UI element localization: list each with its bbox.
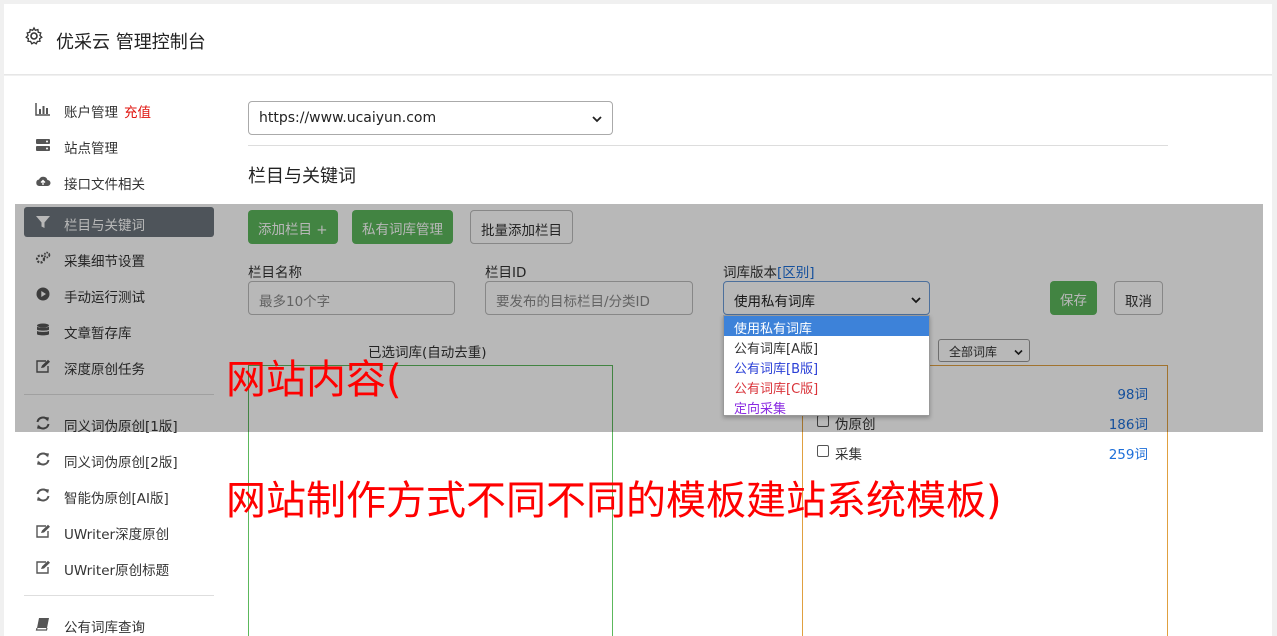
sidebar-item-columns-keywords[interactable]: 栏目与关键词 [24, 207, 214, 237]
watermark-text-line1: 网站内容( [226, 357, 402, 403]
list-item[interactable]: 采集 259词 [817, 442, 1152, 463]
cancel-button[interactable]: 取消 [1114, 281, 1163, 315]
edit-icon [35, 560, 51, 574]
sidebar-item-label: 深度原创任务 [64, 362, 145, 378]
sidebar-divider [24, 394, 214, 395]
edit-icon [35, 524, 51, 538]
column-id-placeholder: 要发布的目标栏目/分类ID [496, 294, 650, 310]
filter-icon [35, 215, 51, 229]
sidebar-item-manual-run[interactable]: 手动运行测试 [24, 279, 214, 309]
lib-filter-select[interactable]: 全部词库 [938, 339, 1030, 362]
sidebar-item-sites[interactable]: 站点管理 [24, 130, 214, 160]
lib-name: 伪原创 [835, 417, 876, 433]
book-icon [35, 617, 51, 631]
sidebar-item-deep-original-task[interactable]: 深度原创任务 [24, 351, 214, 381]
site-select-value: https://www.ucaiyun.com [259, 110, 437, 126]
sidebar-item-label: 栏目与关键词 [64, 218, 145, 234]
dropdown-option[interactable]: 公有词库[C版] [724, 376, 929, 397]
sidebar-item-label: 同义词伪原创[1版] [64, 419, 178, 435]
watermark-text-line2: 网站制作方式不同不同的模板建站系统模板) [226, 478, 1002, 524]
private-lib-button[interactable]: 私有词库管理 [352, 210, 453, 244]
lib-word-count: 98词 [1117, 387, 1148, 403]
chevron-down-icon [592, 112, 602, 123]
save-button[interactable]: 保存 [1050, 281, 1097, 315]
refresh-icon [35, 416, 51, 430]
dropdown-option[interactable]: 公有词库[A版] [724, 336, 929, 357]
sidebar-item-label: 采集细节设置 [64, 254, 145, 270]
column-name-label: 栏目名称 [248, 265, 302, 281]
sidebar-item-label: 手动运行测试 [64, 290, 145, 306]
lib-name: 采集 [835, 447, 862, 463]
checkbox[interactable] [817, 415, 829, 427]
bar-chart-icon [35, 102, 51, 116]
sidebar-item-uwriter-deep[interactable]: UWriter深度原创 [24, 516, 214, 546]
lib-version-value: 使用私有词库 [734, 294, 815, 310]
dropdown-option[interactable]: 使用私有词库 [724, 316, 929, 337]
sidebar-item-label: 智能伪原创[AI版] [64, 491, 169, 507]
sidebar-item-collection-settings[interactable]: 采集细节设置 [24, 243, 214, 273]
column-name-input[interactable]: 最多10个字 [248, 281, 455, 315]
dropdown-option[interactable]: 公有词库[B版] [724, 356, 929, 377]
server-icon [35, 138, 51, 152]
refresh-icon [35, 488, 51, 502]
main-panel: 账户管理 充值 站点管理 接口文件相关 栏目与关键词 采集细节设置 手动运行测试… [4, 76, 1272, 636]
edit-icon [35, 359, 51, 373]
lib-version-select[interactable]: 使用私有词库 [723, 281, 930, 315]
column-name-placeholder: 最多10个字 [259, 294, 331, 310]
lib-word-count: 259词 [1108, 447, 1148, 463]
sidebar-item-label: 接口文件相关 [64, 177, 145, 193]
chevron-down-icon [911, 293, 921, 304]
sidebar-item-public-lib-query[interactable]: 公有词库查询 [24, 609, 214, 636]
checkbox[interactable] [817, 445, 829, 457]
play-circle-icon [35, 287, 51, 301]
top-header: 优采云 管理控制台 [4, 4, 1272, 75]
cloud-upload-icon [35, 174, 51, 188]
sidebar-item-account[interactable]: 账户管理 充值 [24, 94, 214, 124]
sidebar-item-label: UWriter原创标题 [64, 563, 170, 579]
dropdown-option[interactable]: 定向采集 [724, 396, 929, 417]
recharge-link[interactable]: 充值 [124, 105, 151, 121]
sidebar-divider [24, 595, 214, 596]
sidebar-item-label: 账户管理 [64, 105, 118, 121]
chevron-down-icon [1014, 346, 1023, 356]
column-id-input[interactable]: 要发布的目标栏目/分类ID [485, 281, 693, 315]
add-column-button[interactable]: 添加栏目 + [248, 210, 338, 244]
sidebar-item-article-storage[interactable]: 文章暂存库 [24, 315, 214, 345]
column-id-label: 栏目ID [485, 265, 527, 281]
section-title: 栏目与关键词 [248, 166, 356, 187]
sidebar-item-synonym-v2[interactable]: 同义词伪原创[2版] [24, 444, 214, 474]
sidebar-item-ai-rewrite[interactable]: 智能伪原创[AI版] [24, 480, 214, 510]
lib-version-label: 词库版本[区别] [723, 265, 815, 281]
section-divider [248, 145, 1168, 146]
sidebar-item-label: 公有词库查询 [64, 620, 145, 636]
difference-link[interactable]: [区别] [777, 265, 815, 281]
sidebar-item-label: UWriter深度原创 [64, 527, 170, 543]
sidebar-item-label: 同义词伪原创[2版] [64, 455, 178, 471]
site-select[interactable]: https://www.ucaiyun.com [248, 101, 613, 135]
gears-icon [35, 251, 51, 265]
lib-word-count: 186词 [1108, 417, 1148, 433]
sidebar-item-uwriter-title[interactable]: UWriter原创标题 [24, 552, 214, 582]
sidebar-item-label: 站点管理 [64, 141, 118, 157]
refresh-icon [35, 452, 51, 466]
app-title: 优采云 管理控制台 [56, 32, 206, 53]
sidebar-item-interface-files[interactable]: 接口文件相关 [24, 166, 214, 196]
gear-icon [24, 26, 44, 46]
database-icon [35, 323, 51, 337]
lib-version-dropdown: 使用私有词库 公有词库[A版] 公有词库[B版] 公有词库[C版] 定向采集 [723, 315, 930, 417]
lib-filter-value: 全部词库 [949, 345, 998, 359]
sidebar-item-label: 文章暂存库 [64, 326, 132, 342]
sidebar-item-synonym-v1[interactable]: 同义词伪原创[1版] [24, 408, 214, 438]
batch-add-column-button[interactable]: 批量添加栏目 [470, 210, 573, 244]
